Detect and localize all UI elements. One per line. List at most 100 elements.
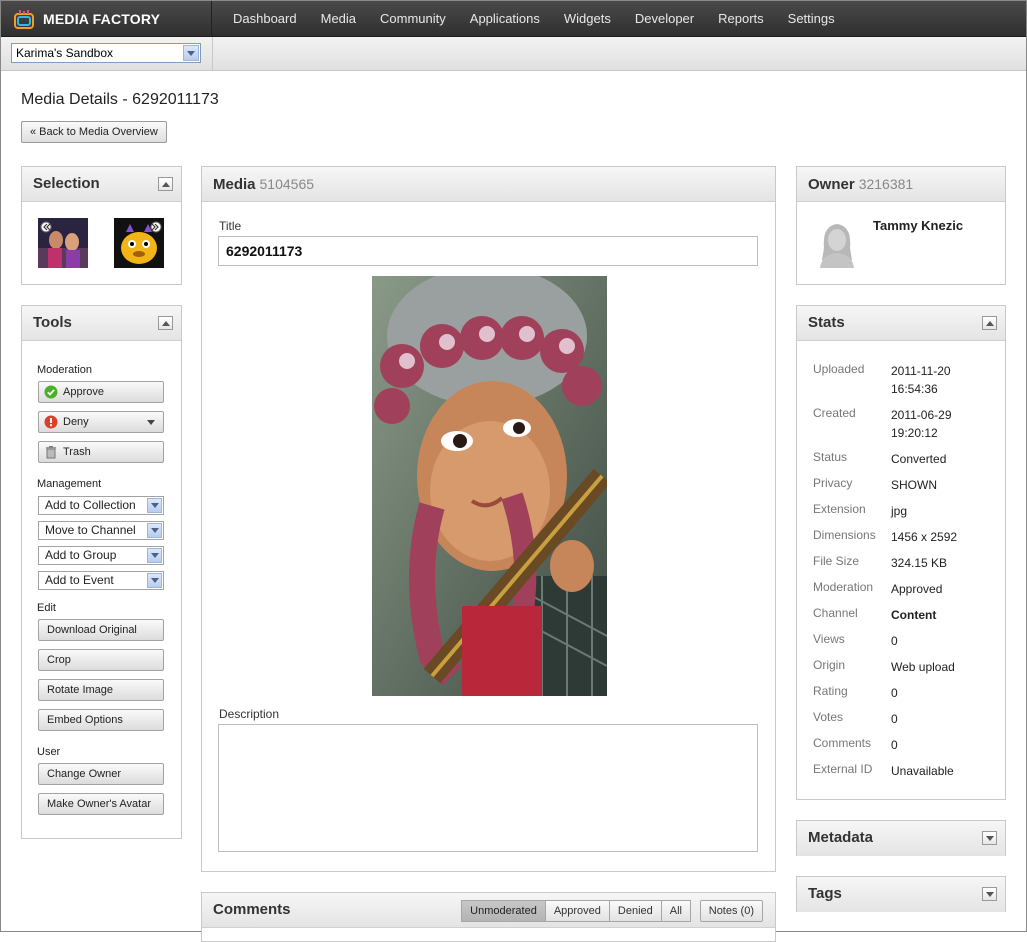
channel-link[interactable]: Content xyxy=(891,606,991,624)
stat-value: Web upload xyxy=(891,660,955,674)
tools-panel-header: Tools xyxy=(22,306,181,341)
main-nav: Dashboard Media Community Applications W… xyxy=(221,1,847,37)
owner-heading: Owner xyxy=(808,176,855,193)
stat-value: 0 xyxy=(891,738,898,752)
tools-heading: Tools xyxy=(33,314,72,331)
description-label: Description xyxy=(219,707,280,721)
deny-button[interactable]: Deny xyxy=(38,411,164,433)
nav-developer[interactable]: Developer xyxy=(623,1,706,37)
chevron-down-icon[interactable] xyxy=(183,45,199,61)
media-panel: Media 5104565 Title 6292011173 Descripti… xyxy=(201,166,776,872)
approve-button[interactable]: Approve xyxy=(38,381,164,403)
nav-applications[interactable]: Applications xyxy=(458,1,552,37)
media-image xyxy=(372,276,607,696)
nav-dashboard[interactable]: Dashboard xyxy=(221,1,309,37)
stat-key: Origin xyxy=(813,658,846,672)
back-to-overview-button[interactable]: « Back to Media Overview xyxy=(21,121,167,143)
embed-options-button[interactable]: Embed Options xyxy=(38,709,164,731)
brand-name: MEDIA FACTORY xyxy=(43,11,161,27)
management-label: Management xyxy=(37,478,102,490)
brand[interactable]: MEDIA FACTORY xyxy=(1,1,212,37)
collapse-icon[interactable] xyxy=(982,316,997,330)
collapse-icon[interactable] xyxy=(158,177,173,191)
move-to-channel-select[interactable]: Move to Channel xyxy=(38,521,164,540)
site-selector[interactable]: Karima's Sandbox xyxy=(11,43,201,63)
nav-media[interactable]: Media xyxy=(309,1,368,37)
stat-key: File Size xyxy=(813,554,860,568)
comments-panel-header: Comments Unmoderated Approved Denied All… xyxy=(202,893,775,928)
stat-key: Views xyxy=(813,632,845,646)
collapse-icon[interactable] xyxy=(158,316,173,330)
make-owner-avatar-button[interactable]: Make Owner's Avatar xyxy=(38,793,164,815)
stat-key: Rating xyxy=(813,684,848,698)
trash-button[interactable]: Trash xyxy=(38,441,164,463)
media-panel-header: Media 5104565 xyxy=(202,167,775,202)
stat-value: jpg xyxy=(891,504,908,518)
selection-thumb-next[interactable] xyxy=(114,218,164,268)
stat-key: Dimensions xyxy=(813,528,876,542)
chevron-down-icon[interactable] xyxy=(147,498,162,513)
stat-key: Moderation xyxy=(813,580,874,594)
chevron-down-icon[interactable] xyxy=(147,548,162,563)
download-original-button[interactable]: Download Original xyxy=(38,619,164,641)
add-to-event-select[interactable]: Add to Event xyxy=(38,571,164,590)
trash-icon xyxy=(46,446,56,459)
approve-label: Approve xyxy=(63,386,104,398)
comments-heading: Comments xyxy=(213,901,291,918)
stat-value: 0 xyxy=(891,712,898,726)
nav-widgets[interactable]: Widgets xyxy=(552,1,623,37)
site-selector-area: Karima's Sandbox xyxy=(1,37,213,71)
stat-value: 2011-11-20 16:54:36 xyxy=(891,364,951,396)
add-to-group-select[interactable]: Add to Group xyxy=(38,546,164,565)
selection-thumb-previous[interactable] xyxy=(38,218,88,268)
crop-button[interactable]: Crop xyxy=(38,649,164,671)
nav-reports[interactable]: Reports xyxy=(706,1,776,37)
add-to-collection-label: Add to Collection xyxy=(45,498,136,512)
nav-community[interactable]: Community xyxy=(368,1,458,37)
avatar[interactable] xyxy=(812,218,862,268)
stat-value: 0 xyxy=(891,686,898,700)
media-heading: Media xyxy=(213,176,256,193)
notes-button[interactable]: Notes (0) xyxy=(699,900,763,922)
description-textarea[interactable] xyxy=(218,724,758,852)
stat-key: Privacy xyxy=(813,476,853,490)
tab-approved[interactable]: Approved xyxy=(545,900,610,922)
metadata-panel-header[interactable]: Metadata xyxy=(797,821,1005,856)
expand-icon[interactable] xyxy=(982,831,997,845)
owner-panel: Owner 3216381 Tammy Knezic xyxy=(796,166,1006,285)
title-label: Title xyxy=(219,219,242,233)
stat-value: 0 xyxy=(891,634,898,648)
tab-unmoderated[interactable]: Unmoderated xyxy=(461,900,546,922)
stat-key: Extension xyxy=(813,502,866,516)
owner-name[interactable]: Tammy Knezic xyxy=(873,218,963,233)
edit-label: Edit xyxy=(37,602,56,614)
nav-settings[interactable]: Settings xyxy=(776,1,847,37)
tab-denied[interactable]: Denied xyxy=(609,900,662,922)
alert-circle-icon xyxy=(44,415,58,429)
chevron-down-icon[interactable] xyxy=(147,523,162,538)
rotate-image-button[interactable]: Rotate Image xyxy=(38,679,164,701)
comments-filter-tabs: Unmoderated Approved Denied All xyxy=(461,900,691,922)
chevron-down-icon[interactable] xyxy=(147,573,162,588)
tab-all[interactable]: All xyxy=(661,900,691,922)
site-selector-value: Karima's Sandbox xyxy=(16,46,114,60)
tools-panel: Tools Moderation Approve Deny Trash Mana… xyxy=(21,305,182,839)
metadata-heading: Metadata xyxy=(808,829,874,846)
tags-heading: Tags xyxy=(808,885,842,902)
comments-panel: Comments Unmoderated Approved Denied All… xyxy=(201,892,776,942)
tags-panel: Tags xyxy=(796,876,1006,912)
metadata-panel: Metadata xyxy=(796,820,1006,856)
stat-value: SHOWN xyxy=(891,478,937,492)
move-to-channel-label: Move to Channel xyxy=(45,523,136,537)
owner-id: 3216381 xyxy=(858,176,914,192)
tags-panel-header[interactable]: Tags xyxy=(797,877,1005,912)
media-id: 5104565 xyxy=(259,176,315,192)
stat-key: Status xyxy=(813,450,848,464)
title-input[interactable]: 6292011173 xyxy=(218,236,758,266)
expand-icon[interactable] xyxy=(982,887,997,901)
stat-value: Converted xyxy=(891,452,947,466)
add-to-event-label: Add to Event xyxy=(45,573,114,587)
change-owner-button[interactable]: Change Owner xyxy=(38,763,164,785)
stat-value: Unavailable xyxy=(891,764,954,778)
add-to-collection-select[interactable]: Add to Collection xyxy=(38,496,164,515)
